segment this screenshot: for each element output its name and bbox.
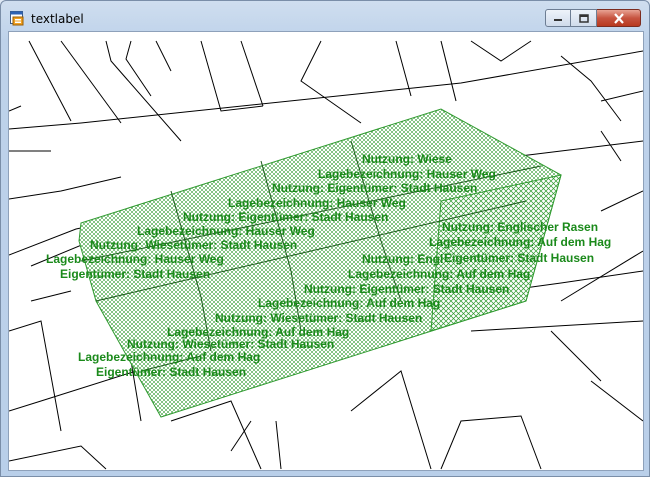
map-svg: Nutzung: Wiese Lagebezeichnung: Hauser W… — [9, 40, 643, 470]
minimize-button[interactable] — [545, 9, 571, 27]
maximize-icon — [578, 13, 589, 23]
close-icon — [613, 12, 624, 24]
label: Lagebezeichnung: Hauser Weg — [137, 224, 315, 238]
label: Nutzung: Wiesetümer: Stadt Hausen — [127, 337, 334, 351]
close-button[interactable] — [597, 9, 641, 27]
label: Lagebezeichnung: Auf dem Hag — [258, 296, 440, 310]
label: Lagebezeichnung: Hauser Weg — [318, 167, 496, 181]
title-bar[interactable]: textlabel — [1, 1, 649, 31]
maximize-button[interactable] — [571, 9, 597, 27]
label: Nutzung: Engl — [362, 252, 443, 266]
label: Lagebezeichnung: Auf dem Hag — [78, 350, 260, 364]
label: Lagebezeichnung: Hauser Weg — [228, 196, 406, 210]
label: Eigentümer: Stadt Hausen — [444, 251, 594, 265]
label: Nutzung: Englischer Rasen — [442, 220, 598, 234]
label: Nutzung: Wiesetümer: Stadt Hausen — [215, 311, 422, 325]
label: Lagebezeichnung: Auf dem Hag — [429, 235, 611, 249]
label: Nutzung: Wiese — [362, 152, 452, 166]
label: Eigentümer: Stadt Hausen — [96, 365, 246, 379]
window-title: textlabel — [31, 12, 84, 26]
label: Nutzung: Eigentümer: Stadt Hausen — [183, 210, 388, 224]
label: Nutzung: Eigentümer: Stadt Hausen — [304, 282, 509, 296]
app-window: textlabel Nutzung: Wiese Lagebezeichnung… — [0, 0, 650, 477]
label: Eigentümer: Stadt Hausen — [60, 267, 210, 281]
app-icon — [10, 11, 24, 26]
label: Lagebezeichnung: Auf dem Hag — [348, 267, 530, 281]
map-canvas[interactable]: Nutzung: Wiese Lagebezeichnung: Hauser W… — [8, 31, 644, 471]
minimize-icon — [554, 19, 562, 21]
label: Nutzung: Wiesetümer: Stadt Hausen — [90, 238, 297, 252]
label: Lagebezeichnung: Hauser Weg — [46, 252, 224, 266]
caption-buttons — [545, 9, 641, 29]
label: Nutzung: Eigentümer: Stadt Hausen — [272, 181, 477, 195]
